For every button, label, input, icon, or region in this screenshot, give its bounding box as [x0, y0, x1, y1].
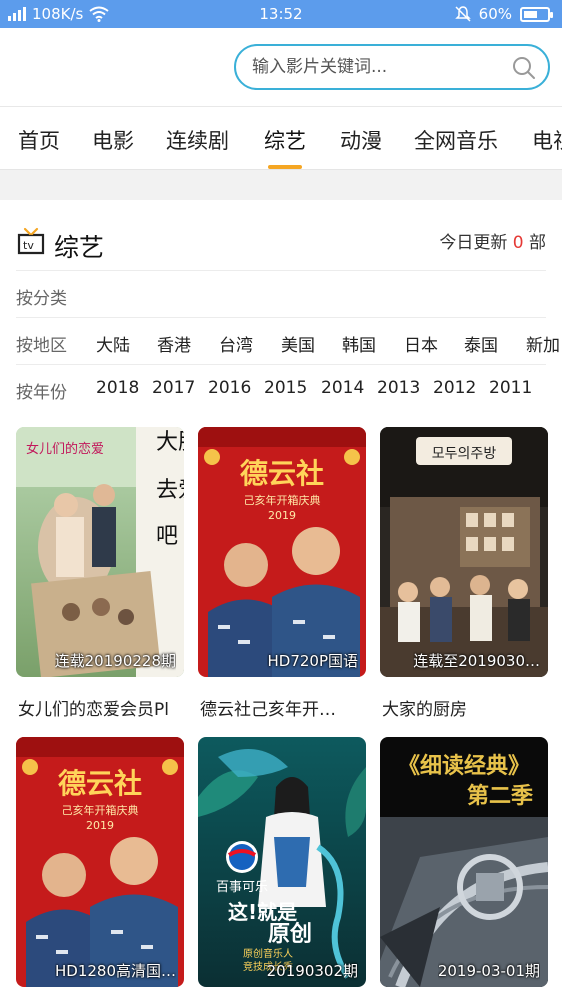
poster-text: 第二季 [467, 783, 533, 809]
filter-region-label: 按地区 [16, 336, 67, 356]
poster-text: 这!就是 [228, 900, 297, 924]
poster-text: 大胆 [156, 430, 184, 455]
episode-badge: 20190302期 [266, 962, 358, 980]
poster-text: 《细读经典》 [398, 753, 530, 779]
tv-icon: tv [17, 227, 45, 255]
category-tabs: 首页 电影 连续剧 综艺 动漫 全网音乐 电视 [0, 106, 562, 170]
year-option[interactable]: 2017 [152, 378, 195, 398]
poster-text: 原创 [268, 922, 312, 947]
region-option[interactable]: 台湾 [219, 331, 253, 356]
divider [16, 364, 546, 365]
search-input[interactable] [252, 54, 502, 80]
video-title[interactable]: 大家的厨房 [382, 695, 548, 720]
episode-badge: 2019-03-01期 [437, 962, 540, 980]
region-option[interactable]: 美国 [281, 331, 315, 356]
video-title[interactable]: 女儿们的恋爱会员Pl [18, 695, 184, 720]
battery-percent: 60% [478, 5, 512, 23]
filter-region-row: 按地区 大陆 香港 台湾 美国 韩国 日本 泰国 新加 [16, 319, 562, 365]
region-option[interactable]: 新加 [526, 331, 560, 356]
year-option[interactable]: 2015 [264, 378, 307, 398]
active-tab-indicator [268, 165, 302, 169]
filter-category-row: 按分类 [16, 272, 562, 318]
tab-variety[interactable]: 综艺 [264, 125, 306, 155]
tab-music[interactable]: 全网音乐 [414, 125, 498, 155]
search-box[interactable] [234, 44, 550, 90]
tab-movies[interactable]: 电影 [92, 125, 134, 155]
poster-text: 모두의주방 [432, 446, 497, 462]
tab-tv[interactable]: 电视 [532, 125, 562, 155]
search-icon[interactable] [512, 56, 536, 80]
episode-badge: 连载20190228期 [54, 652, 176, 670]
divider [16, 317, 546, 318]
region-option[interactable]: 日本 [404, 331, 438, 356]
poster-text: 2019 [268, 509, 296, 522]
region-option[interactable]: 泰国 [464, 331, 498, 356]
region-option[interactable]: 大陆 [96, 331, 130, 356]
poster-text: 己亥年开箱庆典 [62, 803, 139, 817]
episode-badge: 连载至2019030… [413, 652, 540, 670]
video-title[interactable]: 德云社己亥年开… [200, 695, 366, 720]
poster-text: 德云社 [58, 767, 142, 800]
episode-badge: HD1280高清国… [54, 962, 176, 980]
section-title: 综艺 [54, 233, 105, 262]
year-option[interactable]: 2016 [208, 378, 251, 398]
poster-text: 百事可乐 [216, 880, 268, 895]
year-option[interactable]: 2013 [377, 378, 420, 398]
mute-bell-icon [454, 6, 471, 22]
section-header: tv 综艺 今日更新 0 部 [0, 200, 562, 270]
divider [16, 270, 546, 271]
poster-image[interactable]: 德云社 己亥年开箱庆典 2019 HD720P国语 [198, 427, 366, 677]
update-prefix: 今日更新 [439, 233, 508, 253]
poster-text: 吧 [156, 524, 178, 549]
episode-badge: HD720P国语 [267, 652, 358, 670]
poster-text: 原创音乐人 [243, 947, 293, 960]
filter-year-label: 按年份 [16, 383, 67, 403]
filter-category-label: 按分类 [16, 289, 67, 309]
update-count: 0 [512, 233, 524, 253]
battery-icon [520, 6, 553, 22]
year-option[interactable]: 2012 [433, 378, 476, 398]
poster-text: 2019 [86, 819, 114, 832]
poster-image[interactable]: 女儿们的恋爱 大胆 去爱 吧 连载20190228期 [16, 427, 184, 677]
tab-anime[interactable]: 动漫 [340, 125, 382, 155]
poster-text: 己亥年开箱庆典 [244, 493, 321, 507]
filter-year-row: 按年份 2018 2017 2016 2015 2014 2013 2012 2… [16, 366, 562, 412]
today-update: 今日更新 0 部 [439, 228, 546, 253]
poster-image[interactable]: 모두의주방 连载至2019030… [380, 427, 548, 677]
poster-text: 去爱 [156, 478, 184, 503]
status-bar: 108K/s 13:52 60% [0, 0, 562, 28]
tab-series[interactable]: 连续剧 [166, 125, 229, 155]
search-header [0, 28, 562, 106]
tab-home[interactable]: 首页 [18, 125, 60, 155]
year-option[interactable]: 2014 [321, 378, 364, 398]
year-option[interactable]: 2011 [489, 378, 532, 398]
region-option[interactable]: 韩国 [342, 331, 376, 356]
poster-logo: 女儿们的恋爱 [26, 441, 104, 457]
poster-image[interactable]: 百事可乐 这!就是 原创 原创音乐人 竞技成长秀 20190302期 [198, 737, 366, 987]
poster-text: 德云社 [240, 457, 324, 490]
poster-image[interactable]: 德云社 己亥年开箱庆典 2019 HD1280高清国… [16, 737, 184, 987]
region-option[interactable]: 香港 [157, 331, 191, 356]
poster-image[interactable]: 《细读经典》 第二季 2019-03-01期 [380, 737, 548, 987]
update-suffix: 部 [529, 233, 546, 253]
year-option[interactable]: 2018 [96, 378, 139, 398]
svg-text:tv: tv [23, 239, 34, 252]
section-gap [0, 170, 562, 200]
